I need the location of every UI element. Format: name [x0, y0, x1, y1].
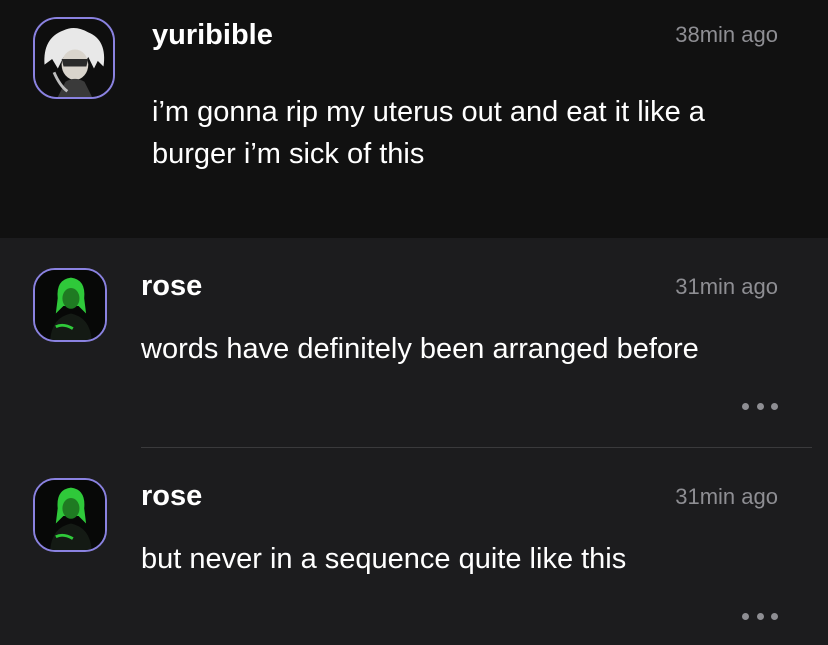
reply-divider	[141, 447, 812, 448]
more-options-button[interactable]	[742, 609, 778, 623]
ellipsis-dot-icon	[756, 612, 764, 620]
comment-feed: yuribible 38min ago i’m gonna rip my ute…	[0, 0, 828, 645]
reply-timestamp: 31min ago	[675, 274, 778, 299]
ellipsis-dot-icon	[771, 402, 778, 410]
reply-text: but never in a sequence quite like this	[141, 543, 627, 575]
post-username[interactable]: yuribible	[152, 18, 273, 52]
green-haired-person-avatar-icon	[35, 480, 105, 550]
white-haired-character-avatar-icon	[35, 19, 113, 97]
reply-username[interactable]: rose	[141, 269, 202, 303]
ellipsis-dot-icon	[742, 612, 749, 620]
post-text: i’m gonna rip my uterus out and eat it l…	[152, 96, 705, 170]
avatar[interactable]	[33, 478, 107, 552]
original-post: yuribible 38min ago i’m gonna rip my ute…	[0, 0, 828, 238]
avatar[interactable]	[33, 268, 107, 342]
green-haired-person-avatar-icon	[35, 270, 105, 340]
ellipsis-dot-icon	[742, 402, 749, 410]
more-options-button[interactable]	[742, 399, 778, 413]
reply-text: words have definitely been arranged befo…	[141, 333, 699, 365]
replies-section: rose 31min ago words have definitely bee…	[0, 238, 828, 645]
reply-timestamp: 31min ago	[675, 484, 778, 509]
avatar[interactable]	[33, 17, 115, 99]
post-timestamp: 38min ago	[675, 22, 778, 47]
ellipsis-dot-icon	[756, 402, 764, 410]
reply-username[interactable]: rose	[141, 479, 202, 513]
ellipsis-dot-icon	[771, 612, 778, 620]
